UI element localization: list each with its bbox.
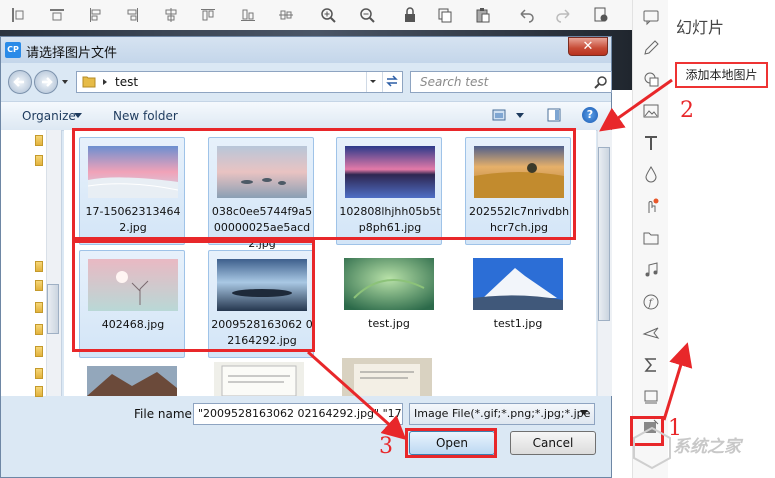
photo-thumbnail bbox=[473, 258, 563, 310]
pencil-icon[interactable] bbox=[642, 39, 660, 57]
airplane-icon[interactable] bbox=[642, 324, 660, 342]
function-icon[interactable]: f bbox=[642, 293, 660, 311]
right-toolbar: f bbox=[632, 0, 670, 478]
align-left-edge-icon[interactable] bbox=[88, 7, 104, 23]
nav-folder-icon[interactable] bbox=[35, 280, 43, 291]
back-button[interactable] bbox=[8, 70, 32, 94]
image-icon[interactable] bbox=[642, 102, 660, 120]
breadcrumb-arrow-icon[interactable] bbox=[101, 78, 109, 86]
refresh-button[interactable] bbox=[382, 72, 402, 92]
chevron-down-icon[interactable] bbox=[516, 113, 524, 119]
photo-thumbnail[interactable] bbox=[87, 366, 177, 396]
paste-icon[interactable] bbox=[475, 7, 491, 23]
arrow-left-icon bbox=[13, 77, 24, 87]
file-name-label: File name: bbox=[134, 407, 196, 421]
zoom-in-icon[interactable] bbox=[320, 7, 336, 23]
nav-folder-icon[interactable] bbox=[35, 261, 43, 272]
nav-folder-icon[interactable] bbox=[35, 135, 43, 146]
panel-title: 幻灯片 bbox=[676, 18, 725, 37]
align-center-icon[interactable] bbox=[163, 7, 179, 23]
nav-folder-icon[interactable] bbox=[35, 324, 43, 335]
svg-text:f: f bbox=[648, 298, 655, 309]
distribute-icon[interactable] bbox=[278, 7, 294, 23]
watermark-text: 系统之家 bbox=[673, 437, 741, 457]
preview-pane-icon[interactable] bbox=[547, 108, 561, 122]
annotation-box-selected-row-2 bbox=[72, 240, 315, 352]
photo-thumbnail[interactable] bbox=[342, 358, 432, 396]
stack-icon[interactable] bbox=[642, 388, 660, 406]
chevron-down-icon[interactable] bbox=[580, 410, 588, 416]
photo-thumbnail bbox=[344, 258, 434, 310]
search-placeholder: Search test bbox=[420, 75, 489, 89]
file-tile[interactable]: test.jpg bbox=[336, 250, 442, 358]
cancel-button[interactable]: Cancel bbox=[510, 431, 596, 455]
align-left-icon[interactable] bbox=[10, 7, 26, 23]
nav-scrollbar[interactable] bbox=[46, 130, 61, 396]
close-button[interactable]: ✕ bbox=[568, 37, 608, 56]
nav-folder-icon[interactable] bbox=[35, 368, 43, 379]
comment-icon[interactable] bbox=[642, 8, 660, 26]
photo-thumbnail[interactable] bbox=[214, 362, 304, 396]
refresh-icon bbox=[386, 75, 398, 87]
recent-locations-chevron-icon[interactable] bbox=[60, 76, 70, 88]
add-local-image-button[interactable]: 添加本地图片 bbox=[675, 62, 768, 88]
nav-folder-icon[interactable] bbox=[35, 346, 43, 357]
nav-folder-icon[interactable] bbox=[35, 386, 43, 397]
touch-icon[interactable] bbox=[642, 197, 660, 215]
forward-button[interactable] bbox=[34, 70, 58, 94]
redo-icon[interactable] bbox=[556, 7, 572, 23]
text-icon[interactable] bbox=[642, 134, 660, 152]
music-icon[interactable] bbox=[642, 261, 660, 279]
file-type-select[interactable]: Image File(*.gif;*.png;*.jpg;*.jpe bbox=[409, 403, 595, 425]
new-folder-button[interactable]: New folder bbox=[113, 109, 178, 123]
align-top-edge-icon[interactable] bbox=[200, 7, 216, 23]
file-name: test1.jpg bbox=[493, 317, 543, 330]
chevron-down-icon bbox=[370, 80, 376, 83]
nav-folder-icon[interactable] bbox=[35, 155, 43, 166]
nav-scroll-thumb[interactable] bbox=[47, 284, 59, 334]
dialog-title: 请选择图片文件 bbox=[26, 46, 118, 61]
file-tile[interactable]: test1.jpg bbox=[465, 250, 571, 358]
folder-icon[interactable] bbox=[642, 229, 660, 247]
top-toolbar bbox=[0, 0, 632, 31]
annotation-box-open bbox=[405, 428, 497, 458]
file-list-scroll-thumb[interactable] bbox=[598, 147, 610, 321]
sigma-icon[interactable] bbox=[642, 356, 660, 374]
file-name-input[interactable]: "2009528163062 02164292.jpg" "17- bbox=[193, 403, 403, 425]
chevron-down-icon[interactable] bbox=[74, 113, 82, 119]
align-bottom-edge-icon[interactable] bbox=[240, 7, 256, 23]
address-dropdown[interactable] bbox=[366, 72, 380, 92]
annotation-box-selected-row bbox=[72, 128, 576, 240]
organize-menu[interactable]: Organize bbox=[22, 109, 76, 123]
search-icon[interactable] bbox=[594, 75, 608, 89]
settings-doc-icon[interactable] bbox=[593, 7, 609, 23]
copy-icon[interactable] bbox=[437, 7, 453, 23]
annotation-number-3: 3 bbox=[379, 434, 393, 459]
drop-icon[interactable] bbox=[642, 165, 660, 183]
align-top-icon[interactable] bbox=[49, 7, 65, 23]
folder-icon bbox=[82, 76, 96, 88]
arrow-right-icon bbox=[42, 77, 53, 87]
change-view-icon[interactable] bbox=[492, 108, 506, 122]
shapes-icon[interactable] bbox=[642, 70, 660, 88]
file-name: test.jpg bbox=[368, 317, 410, 330]
help-icon[interactable]: ? bbox=[582, 107, 598, 123]
undo-icon[interactable] bbox=[518, 7, 534, 23]
lock-icon[interactable] bbox=[402, 7, 418, 23]
app-logo: CP bbox=[5, 42, 21, 58]
breadcrumb-folder[interactable]: test bbox=[115, 75, 138, 89]
zoom-out-icon[interactable] bbox=[359, 7, 375, 23]
nav-folder-icon[interactable] bbox=[35, 302, 43, 313]
annotation-number-2: 2 bbox=[680, 98, 694, 123]
align-right-edge-icon[interactable] bbox=[124, 7, 140, 23]
